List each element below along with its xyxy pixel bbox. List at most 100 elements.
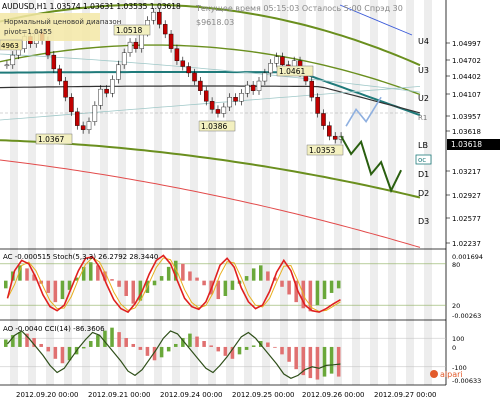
ac-bar	[266, 271, 270, 281]
low2-label: 1.0386	[201, 122, 227, 131]
candle	[51, 54, 57, 70]
candle	[215, 109, 221, 114]
ao-bar	[103, 330, 107, 347]
candle	[227, 97, 232, 108]
level-d3: D3	[418, 217, 429, 226]
low3-label: 1.0353	[309, 146, 335, 155]
level-oc: oc	[418, 156, 426, 164]
ao-bar	[96, 335, 100, 347]
ao-bar	[244, 346, 249, 350]
ac-bar	[110, 279, 114, 281]
time-stripe	[226, 0, 234, 385]
time-stripe	[262, 0, 270, 385]
time-stripe	[298, 0, 306, 385]
ac-bar	[4, 280, 8, 289]
candle	[309, 80, 315, 98]
time-axis-label: 2012.09.21 00:00	[88, 391, 150, 399]
chart-canvas[interactable]: AUDUSD,H1 1.03574 1.03631 1.03535 1.0361…	[0, 0, 500, 408]
ac-axis-label: 80	[452, 261, 460, 269]
ao-bar	[294, 346, 298, 370]
price-tick-label: 1.04402	[452, 73, 481, 81]
chart-window: AUDUSD,H1 1.03574 1.03631 1.03535 1.0361…	[0, 0, 500, 408]
ao-bar	[4, 339, 8, 347]
price-tick-label: 1.04107	[452, 91, 481, 99]
ao-bar	[159, 346, 164, 358]
level-d1: D1	[418, 170, 429, 179]
ac-bar	[188, 271, 192, 281]
candle	[327, 125, 332, 137]
ao-bar	[209, 345, 213, 347]
time-stripe	[316, 0, 324, 385]
candle	[116, 64, 121, 80]
price-tick-label: 1.03217	[452, 168, 481, 176]
candle	[315, 97, 320, 114]
ao-bar	[53, 346, 58, 359]
candle	[186, 66, 191, 74]
price-tick-label: 1.02237	[452, 240, 481, 248]
pivot-range-label: Нормальный ценовой диапазон	[4, 18, 121, 26]
ac-bar	[181, 263, 185, 281]
candle	[45, 40, 51, 56]
low1-label: 1.0367	[38, 135, 64, 144]
ao-bar	[237, 346, 242, 355]
candle	[256, 80, 262, 91]
ac-bar	[223, 280, 228, 296]
ac-bar	[53, 280, 58, 303]
symbol-header: AUDUSD,H1 1.03574 1.03631 1.03535 1.0361…	[2, 2, 181, 11]
time-stripe	[208, 0, 216, 385]
candle	[10, 54, 16, 66]
candle	[332, 135, 338, 140]
candle	[121, 52, 127, 66]
level-u4: U4	[418, 37, 429, 46]
candle	[321, 113, 326, 126]
ac-bar	[46, 280, 51, 293]
ao-bar	[188, 333, 192, 347]
candle	[86, 121, 92, 130]
ao-bar	[145, 346, 150, 356]
ao-bar	[110, 327, 114, 347]
time-axis-label: 2012.09.20 00:00	[16, 391, 78, 399]
ao-bar	[336, 346, 341, 377]
alpari-logo-icon	[430, 370, 438, 378]
candle	[127, 41, 133, 53]
ac-bar	[60, 280, 65, 300]
ao-bar	[46, 346, 51, 352]
ac-bar	[152, 280, 157, 286]
ac-panel-label: AC -0.000515 Stoch(5,3,3) 26.2792 28.344…	[3, 253, 158, 261]
candle	[198, 80, 203, 91]
ac-bar	[287, 280, 291, 295]
ao-panel-label: AO -0.0040 CCI(14) -86.3606	[3, 325, 105, 333]
candle	[151, 11, 156, 21]
ac-bar	[117, 280, 121, 287]
time-axis-label: 2012.09.26 00:00	[302, 391, 364, 399]
time-stripe	[136, 0, 144, 385]
candle	[221, 106, 227, 114]
price-tick-label: 1.02577	[452, 215, 481, 223]
ao-bar	[124, 338, 128, 347]
ao-axis-label: 100	[452, 335, 464, 343]
level-d2: D2	[418, 189, 429, 198]
candle	[104, 88, 109, 94]
candle	[239, 93, 244, 102]
time-stripe	[334, 0, 342, 385]
current-price-label: 1.03618	[451, 140, 482, 149]
ac-bar	[322, 280, 327, 300]
time-axis-label: 2012.09.24 00:00	[160, 391, 222, 399]
time-stripe	[406, 0, 414, 385]
candle	[280, 56, 285, 66]
candle	[262, 72, 268, 82]
ao-bar	[280, 346, 284, 355]
ac-bar	[244, 276, 249, 281]
candle	[233, 97, 238, 102]
ac-bar	[202, 280, 206, 286]
price-tick-label: 1.04702	[452, 57, 481, 65]
ac-bar	[336, 280, 341, 289]
ao-bar	[329, 346, 334, 374]
ao-bar	[60, 346, 65, 364]
ac-bar	[159, 276, 164, 281]
alpari-watermark: alpari	[440, 370, 463, 379]
ao-bar	[308, 346, 313, 379]
candle	[180, 60, 186, 67]
ao-bar	[18, 332, 22, 347]
price-tick-label: 1.03957	[452, 113, 481, 121]
